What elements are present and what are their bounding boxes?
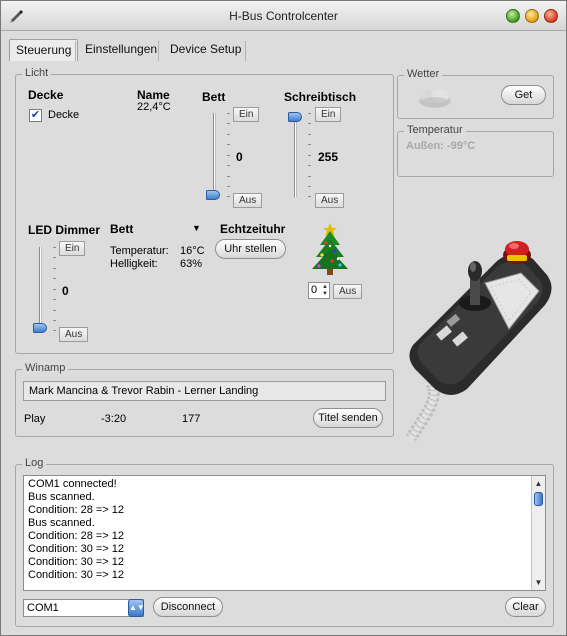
log-line: Condition: 28 => 12 [28, 530, 125, 542]
bett-slider-ticks [227, 113, 230, 197]
schreibtisch-ein-button[interactable]: Ein [315, 107, 342, 122]
helligkeit-label: Helligkeit: [110, 258, 158, 270]
tree-spinner-value: 0 [311, 284, 318, 296]
tree-spinner[interactable]: 0 ▲ ▼ [308, 282, 330, 299]
log-group-label: Log [22, 457, 47, 469]
winamp-status: Play [24, 413, 46, 425]
wetter-group-label: Wetter [404, 68, 443, 80]
sensor-select[interactable]: Bett [110, 222, 133, 236]
bett-slider-thumb[interactable] [206, 190, 220, 200]
get-button[interactable]: Get [501, 85, 546, 105]
aussen-temperatur: Außen: -99°C [406, 140, 476, 152]
led-dimmer-slider-track[interactable] [39, 247, 42, 331]
temperatur-label: Temperatur: [110, 245, 169, 257]
temperatur-group: Temperatur [397, 124, 554, 177]
clear-button[interactable]: Clear [505, 597, 546, 617]
name-heading: Name [137, 88, 170, 102]
log-line: Bus scanned. [28, 491, 95, 503]
led-dimmer-value: 0 [62, 284, 69, 298]
winamp-number: 177 [182, 413, 201, 425]
winamp-group-label: Winamp [22, 362, 69, 374]
name-value: 22,4°C [137, 101, 171, 113]
log-scrollbar[interactable]: ▲ ▼ [531, 476, 545, 590]
scrollbar-thumb[interactable] [534, 492, 543, 506]
spinner-arrows-icon[interactable]: ▲ ▼ [322, 284, 328, 298]
led-dimmer-ein-button[interactable]: Ein [59, 241, 86, 256]
controller-device-image [397, 233, 559, 453]
log-output[interactable]: COM1 connected! Bus scanned. Condition: … [23, 475, 546, 591]
maximize-button[interactable] [506, 9, 520, 23]
log-line: Condition: 28 => 12 [28, 504, 125, 516]
tab-steuerung[interactable]: Steuerung [9, 39, 79, 61]
temperatur-value: 16°C [180, 245, 205, 257]
decke-checkbox[interactable]: ✔ [29, 109, 42, 122]
tab-einstellungen[interactable]: Einstellungen [79, 39, 163, 61]
uhr-stellen-button[interactable]: Uhr stellen [215, 239, 286, 259]
schreibtisch-slider-ticks [308, 113, 311, 197]
bett-value: 0 [236, 150, 243, 164]
scroll-up-icon[interactable]: ▲ [532, 477, 545, 490]
led-dimmer-slider-ticks [53, 247, 56, 331]
titel-senden-button[interactable]: Titel senden [313, 408, 383, 428]
port-select-value: COM1 [27, 602, 59, 614]
decke-heading: Decke [28, 88, 64, 102]
cloud-icon [413, 86, 457, 110]
schreibtisch-value: 255 [318, 150, 339, 164]
track-title-field[interactable]: Mark Mancina & Trevor Rabin - Lerner Lan… [23, 381, 386, 401]
tab-divider [158, 41, 159, 61]
bett-heading: Bett [202, 90, 226, 104]
title-bar[interactable]: H-Bus Controlcenter [1, 1, 566, 31]
temperatur-group-label: Temperatur [404, 124, 466, 136]
disconnect-button[interactable]: Disconnect [153, 597, 223, 617]
led-dimmer-aus-button[interactable]: Aus [59, 327, 89, 342]
winamp-time: -3:20 [101, 413, 127, 425]
decke-checkbox-label[interactable]: Decke [48, 109, 79, 121]
log-line: Bus scanned. [28, 517, 95, 529]
app-window: H-Bus Controlcenter Steuerung Einstellun… [0, 0, 567, 636]
echtzeituhr-heading: Echtzeituhr [220, 222, 286, 236]
close-button[interactable] [544, 9, 558, 23]
scroll-down-icon[interactable]: ▼ [532, 576, 545, 589]
schreibtisch-slider-thumb[interactable] [288, 112, 302, 122]
tab-device-setup[interactable]: Device Setup [164, 39, 247, 61]
select-arrows-icon[interactable]: ▲▼ [128, 599, 145, 617]
tab-divider [75, 41, 76, 61]
bett-ein-button[interactable]: Ein [233, 107, 260, 122]
bett-aus-button[interactable]: Aus [233, 193, 263, 208]
tree-aus-button[interactable]: Aus [333, 284, 363, 299]
tab-divider [245, 41, 246, 61]
tab-bar: Steuerung Einstellungen Device Setup [1, 31, 566, 65]
log-line: Condition: 30 => 12 [28, 569, 125, 581]
window-title: H-Bus Controlcenter [229, 9, 338, 23]
schreibtisch-slider-track[interactable] [294, 113, 297, 197]
schreibtisch-aus-button[interactable]: Aus [315, 193, 345, 208]
christmas-tree-icon [310, 221, 350, 277]
chevron-down-icon[interactable]: ▼ [192, 223, 201, 233]
log-line: COM1 connected! [28, 478, 117, 490]
bett-slider-track[interactable] [213, 113, 216, 197]
helligkeit-value: 63% [180, 258, 203, 270]
log-line: Condition: 30 => 12 [28, 543, 125, 555]
schreibtisch-heading: Schreibtisch [284, 90, 357, 104]
led-dimmer-slider-thumb[interactable] [33, 323, 47, 333]
minimize-button[interactable] [525, 9, 539, 23]
log-line: Condition: 30 => 12 [28, 556, 125, 568]
led-dimmer-heading: LED Dimmer [28, 223, 101, 237]
licht-group-label: Licht [22, 67, 52, 79]
port-select[interactable]: COM1 ▲▼ [23, 599, 145, 617]
